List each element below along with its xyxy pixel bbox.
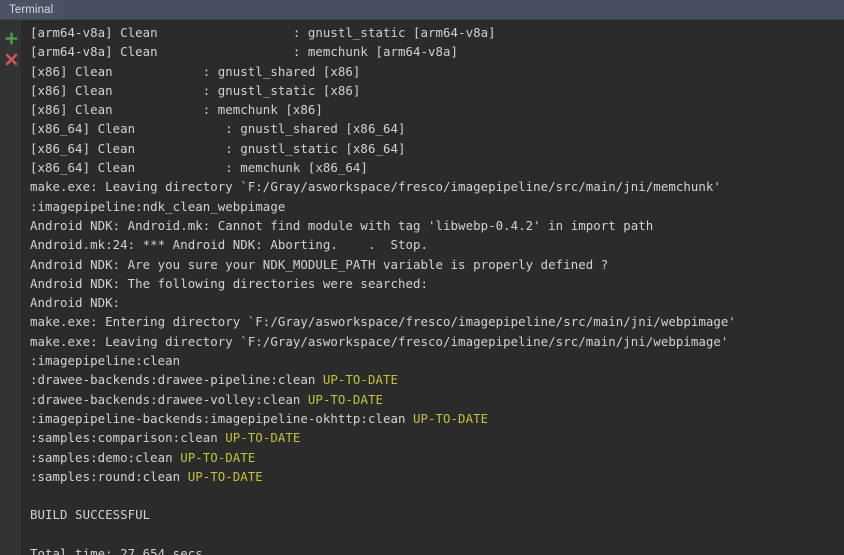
console-line-text: Total time: 27.654 secs — [30, 546, 203, 555]
console-line: make.exe: Leaving directory `F:/Gray/asw… — [30, 332, 844, 351]
console-line-text: Android NDK: Are you sure your NDK_MODUL… — [30, 256, 609, 272]
status-badge: UP-TO-DATE — [413, 410, 489, 426]
console-line-text: [x86] Clean : gnustl_shared [x86] — [30, 63, 361, 79]
console-line: :samples:comparison:clean UP-TO-DATE — [30, 428, 844, 447]
close-x-icon[interactable] — [4, 52, 19, 67]
status-badge: UP-TO-DATE — [322, 372, 398, 388]
console-line — [30, 486, 844, 505]
console-line-text: make.exe: Entering directory `F:/Gray/as… — [30, 314, 736, 330]
console-line: :imagepipeline:clean — [30, 351, 844, 370]
console-line: :imagepipeline:ndk_clean_webpimage — [30, 197, 844, 216]
console-line-text: Android.mk:24: *** Android NDK: Aborting… — [30, 237, 429, 253]
tab-terminal[interactable]: Terminal — [0, 0, 64, 19]
tab-terminal-label: Terminal — [9, 3, 54, 16]
console-line-list: [arm64-v8a] Clean : gnustl_static [arm64… — [30, 23, 844, 555]
console-line-text: [x86] Clean : memchunk [x86] — [30, 102, 323, 118]
console-line: Android NDK: Are you sure your NDK_MODUL… — [30, 255, 844, 274]
console-line: Android.mk:24: *** Android NDK: Aborting… — [30, 235, 844, 254]
console-line: :drawee-backends:drawee-pipeline:clean U… — [30, 370, 844, 389]
console-line: :samples:demo:clean UP-TO-DATE — [30, 448, 844, 467]
console-line: [arm64-v8a] Clean : memchunk [arm64-v8a] — [30, 42, 844, 61]
console-line-text — [30, 488, 38, 503]
console-line-text: Android NDK: Android.mk: Cannot find mod… — [30, 217, 654, 233]
console-line-text: [x86_64] Clean : memchunk [x86_64] — [30, 160, 368, 176]
console-line-text: make.exe: Leaving directory `F:/Gray/asw… — [30, 333, 729, 349]
console-output[interactable]: [arm64-v8a] Clean : gnustl_static [arm64… — [23, 20, 844, 555]
console-line-text: :imagepipeline:ndk_clean_webpimage — [30, 198, 286, 214]
status-badge: UP-TO-DATE — [225, 430, 301, 446]
console-line: [x86_64] Clean : memchunk [x86_64] — [30, 158, 844, 177]
status-badge: UP-TO-DATE — [187, 468, 263, 484]
console-line-text: Android NDK: The following directories w… — [30, 275, 429, 291]
console-line: :samples:round:clean UP-TO-DATE — [30, 467, 844, 486]
console-line-text: make.exe: Leaving directory `F:/Gray/asw… — [30, 179, 721, 195]
console-line-text: [arm64-v8a] Clean : memchunk [arm64-v8a] — [30, 44, 459, 60]
console-line-text: :drawee-backends:drawee-pipeline:clean — [30, 372, 323, 388]
console-line-text: :samples:comparison:clean — [30, 430, 226, 446]
console-line: Android NDK: The following directories w… — [30, 274, 844, 293]
console-line: [x86_64] Clean : gnustl_static [x86_64] — [30, 139, 844, 158]
console-line-text: BUILD SUCCESSFUL — [30, 507, 151, 523]
status-badge: UP-TO-DATE — [307, 391, 383, 407]
console-line: [x86] Clean : gnustl_shared [x86] — [30, 62, 844, 81]
console-line: :imagepipeline-backends:imagepipeline-ok… — [30, 409, 844, 428]
status-badge: UP-TO-DATE — [180, 449, 256, 465]
console-line-text: :drawee-backends:drawee-volley:clean — [30, 391, 308, 407]
console-line: [x86] Clean : memchunk [x86] — [30, 100, 844, 119]
console-gutter — [0, 20, 22, 555]
console-line-text: :samples:round:clean — [30, 468, 188, 484]
console-line-text: :imagepipeline-backends:imagepipeline-ok… — [30, 410, 413, 426]
console-line: [x86] Clean : gnustl_static [x86] — [30, 81, 844, 100]
console-line-text: [x86] Clean : gnustl_static [x86] — [30, 82, 361, 98]
console-line — [30, 525, 844, 544]
console-line-text: :imagepipeline:clean — [30, 353, 181, 369]
console-line: make.exe: Entering directory `F:/Gray/as… — [30, 312, 844, 331]
console-line-text: [x86_64] Clean : gnustl_static [x86_64] — [30, 140, 406, 156]
console-line-text: [arm64-v8a] Clean : gnustl_static [arm64… — [30, 25, 496, 40]
console-line: Android NDK: Android.mk: Cannot find mod… — [30, 216, 844, 235]
console-line: [arm64-v8a] Clean : gnustl_static [arm64… — [30, 23, 844, 42]
tool-window-tabbar: Terminal — [0, 0, 844, 20]
console-line: Total time: 27.654 secs — [30, 544, 844, 555]
console-line-text: :samples:demo:clean — [30, 449, 181, 465]
tabbar-background — [0, 0, 844, 20]
plus-icon[interactable] — [4, 31, 19, 46]
console-line: Android NDK: — [30, 293, 844, 312]
console-line: :drawee-backends:drawee-volley:clean UP-… — [30, 390, 844, 409]
console-line: [x86_64] Clean : gnustl_shared [x86_64] — [30, 119, 844, 138]
console-line-text: [x86_64] Clean : gnustl_shared [x86_64] — [30, 121, 406, 137]
console-line-text — [30, 527, 38, 542]
terminal-window: Terminal [arm64-v8a] Clean : gnustl_stat… — [0, 0, 844, 555]
console-line-text: Android NDK: — [30, 295, 121, 311]
console-line: make.exe: Leaving directory `F:/Gray/asw… — [30, 177, 844, 196]
console-line: BUILD SUCCESSFUL — [30, 505, 844, 524]
